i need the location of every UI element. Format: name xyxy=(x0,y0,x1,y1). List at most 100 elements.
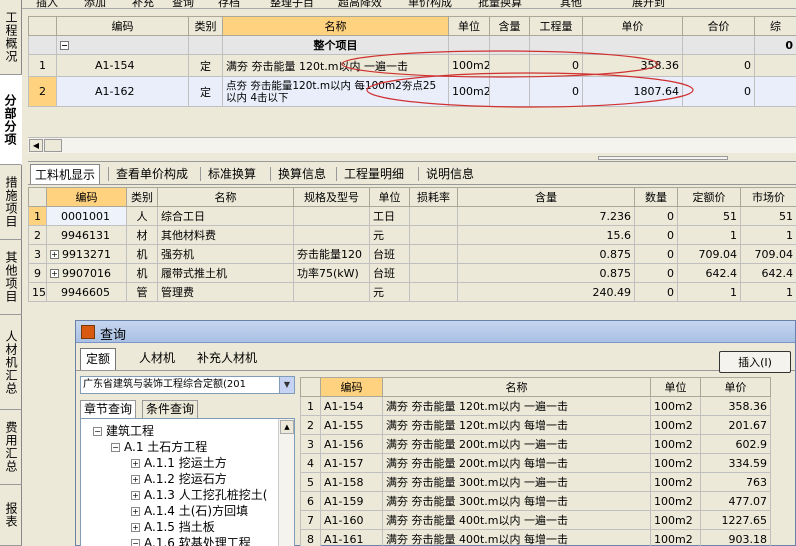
scroll-thumb[interactable] xyxy=(44,139,62,152)
tree-vscroll[interactable]: ▲ xyxy=(278,419,294,546)
col-code[interactable]: 编码 xyxy=(56,16,189,36)
vtab-reports[interactable]: 报表 xyxy=(0,485,22,546)
table-row[interactable]: 2 A1-155 满夯 夯击能量 120t.m以内 每增一击 100m2 201.67 xyxy=(300,415,771,435)
col-content[interactable]: 含量 xyxy=(489,16,530,36)
table-row[interactable]: 1 A1-154 满夯 夯击能量 120t.m以内 一遍一击 100m2 358.36 xyxy=(300,396,771,416)
toolbar-price-composition[interactable]: 单价构成 xyxy=(408,0,452,8)
expand-icon[interactable]: + xyxy=(131,475,140,484)
col-content[interactable]: 含量 xyxy=(457,187,635,207)
vtab-labor-material-summary[interactable]: 人材机汇总 xyxy=(0,315,22,410)
toolbar-tidy[interactable]: 整理子目 xyxy=(270,0,314,8)
subtab-condition-query[interactable]: 条件查询 xyxy=(142,400,199,418)
col-unit[interactable]: 单位 xyxy=(650,377,701,397)
table-row[interactable]: 1 0001001 人 综合工日 工日 7.236 0 51 51 xyxy=(28,206,796,226)
col-total[interactable]: 合价 xyxy=(682,16,755,36)
expand-icon[interactable]: + xyxy=(50,269,59,278)
tab-conversion-info[interactable]: 换算信息 xyxy=(274,164,330,184)
toolbar-height-reduction[interactable]: 超高降效 xyxy=(338,0,382,8)
tab-description[interactable]: 说明信息 xyxy=(422,164,478,184)
table-row[interactable]: 8 A1-161 满夯 夯击能量 400t.m以内 每增一击 100m2 903.18 xyxy=(300,529,771,546)
col-spec[interactable]: 规格及型号 xyxy=(293,187,370,207)
toolbar-supplement[interactable]: 补充 xyxy=(132,0,154,8)
scroll-up-icon[interactable]: ▲ xyxy=(280,420,294,434)
tab-quantity-detail[interactable]: 工程量明细 xyxy=(340,164,408,184)
col-type[interactable]: 类别 xyxy=(126,187,158,207)
table-row[interactable]: 15 9946605 管 管理费 元 240.49 0 1 1 xyxy=(28,282,796,302)
collapse-icon[interactable]: − xyxy=(93,427,102,436)
item-grid: 编码 类别 名称 单位 含量 工程量 单价 合价 综 − 整个项目 0 1 A1… xyxy=(28,16,796,107)
col-code[interactable]: 编码 xyxy=(320,377,383,397)
col-base-price[interactable]: 定额价 xyxy=(677,187,741,207)
tree-node[interactable]: + A.1.2 挖运石方 xyxy=(131,471,227,487)
col-name[interactable]: 名称 xyxy=(382,377,651,397)
tab-price-composition[interactable]: 查看单价构成 xyxy=(112,164,192,184)
tree-node[interactable]: + A.1.3 人工挖孔桩挖土( xyxy=(131,487,267,503)
toolbar-batch-convert[interactable]: 批量换算 xyxy=(478,0,522,8)
toolbar-expand-to[interactable]: 展开到 xyxy=(632,0,665,8)
table-row[interactable]: 5 A1-158 满夯 夯击能量 300t.m以内 一遍一击 100m2 763 xyxy=(300,472,771,492)
toolbar-archive[interactable]: 存档 xyxy=(218,0,240,8)
tree-node[interactable]: − A.1 土石方工程 xyxy=(111,439,207,455)
table-row[interactable]: 2 9946131 材 其他材料费 元 15.6 0 1 1 xyxy=(28,225,796,245)
col-comprehensive[interactable]: 综 xyxy=(754,16,796,36)
splitter[interactable] xyxy=(28,154,796,162)
vtab-cost-summary[interactable]: 费用汇总 xyxy=(0,410,22,485)
table-row[interactable]: 4 A1-157 满夯 夯击能量 200t.m以内 每增一击 100m2 334.59 xyxy=(300,453,771,473)
section-row[interactable]: − 整个项目 0 xyxy=(28,35,796,55)
tree-node[interactable]: − A.1.6 软基处理工程 xyxy=(131,535,251,546)
table-row[interactable]: 1 A1-154 定 满夯 夯击能量 120t.m以内 一遍一击 100m2 0… xyxy=(28,54,796,77)
col-code[interactable]: 编码 xyxy=(46,187,127,207)
col-type[interactable]: 类别 xyxy=(188,16,223,36)
tree-node[interactable]: + A.1.1 挖运土方 xyxy=(131,455,227,471)
expand-icon[interactable]: + xyxy=(50,250,59,259)
toolbar-query[interactable]: 查询 xyxy=(172,0,194,8)
tree-node[interactable]: + A.1.5 挡土板 xyxy=(131,519,215,535)
dialog-tab-labor-material[interactable]: 人材机 xyxy=(134,348,180,370)
insert-button[interactable]: 插入(I) xyxy=(719,351,791,373)
expand-icon[interactable]: + xyxy=(131,523,140,532)
collapse-icon[interactable]: − xyxy=(111,443,120,452)
toolbar-add[interactable]: 添加 xyxy=(84,0,106,8)
collapse-icon[interactable]: − xyxy=(60,41,69,50)
tab-standard-conversion[interactable]: 标准换算 xyxy=(204,164,260,184)
toolbar-other[interactable]: 其他 xyxy=(560,0,582,8)
table-row[interactable]: 9 +9907016 机 履带式推土机 功率75(kW) 台班 0.875 0 … xyxy=(28,263,796,283)
col-unit[interactable]: 单位 xyxy=(369,187,410,207)
dialog-tab-quota[interactable]: 定额 xyxy=(80,348,117,370)
vtab-measures[interactable]: 措施项目 xyxy=(0,165,22,240)
col-unit-price[interactable]: 单价 xyxy=(582,16,683,36)
vtab-sub-items[interactable]: 分部分项 xyxy=(0,75,22,165)
table-row[interactable]: 3 A1-156 满夯 夯击能量 200t.m以内 一遍一击 100m2 602.9 xyxy=(300,434,771,454)
expand-icon[interactable]: + xyxy=(131,507,140,516)
col-name[interactable]: 名称 xyxy=(157,187,294,207)
col-quantity[interactable]: 工程量 xyxy=(529,16,583,36)
table-row-selected[interactable]: 2 A1-162 定 点夯 夯击能量120t.m以内 每100m2夯点25以内 … xyxy=(28,76,796,107)
vtab-project-overview[interactable]: 工程概况 xyxy=(0,0,22,75)
chevron-down-icon[interactable]: ▼ xyxy=(279,377,294,393)
vtab-other-items[interactable]: 其他项目 xyxy=(0,240,22,315)
col-market-price[interactable]: 市场价 xyxy=(740,187,796,207)
col-name[interactable]: 名称 xyxy=(222,16,449,36)
subtab-chapter-query[interactable]: 章节查询 xyxy=(80,400,137,418)
table-row[interactable]: 3 +9913271 机 强夯机 夯击能量120 台班 0.875 0 709.… xyxy=(28,244,796,264)
table-row[interactable]: 6 A1-159 满夯 夯击能量 300t.m以内 每增一击 100m2 477.07 xyxy=(300,491,771,511)
tree-node[interactable]: + A.1.4 土(石)方回填 xyxy=(131,503,248,519)
scroll-left-icon[interactable]: ◀ xyxy=(29,139,43,152)
table-row[interactable]: 7 A1-160 满夯 夯击能量 400t.m以内 一遍一击 100m2 1227.65 xyxy=(300,510,771,530)
tree-node[interactable]: − 建筑工程 xyxy=(93,423,154,439)
toolbar-insert[interactable]: 插入 xyxy=(36,0,58,8)
col-unit-price[interactable]: 单价 xyxy=(700,377,771,397)
expand-icon[interactable]: + xyxy=(131,491,140,500)
collapse-icon[interactable]: − xyxy=(131,539,140,546)
col-loss-rate[interactable]: 损耗率 xyxy=(409,187,458,207)
dialog-titlebar[interactable]: 查询 xyxy=(76,321,795,343)
quota-library-select[interactable]: 广东省建筑与装饰工程综合定额(201 ▼ xyxy=(80,376,295,394)
col-unit[interactable]: 单位 xyxy=(448,16,490,36)
item-grid-hscroll[interactable]: ◀ xyxy=(28,137,796,153)
item-grid-header: 编码 类别 名称 单位 含量 工程量 单价 合价 综 xyxy=(28,16,796,36)
col-quantity[interactable]: 数量 xyxy=(634,187,678,207)
splitter-grip[interactable] xyxy=(598,156,728,160)
dialog-tab-supplement-labor-material[interactable]: 补充人材机 xyxy=(192,348,262,370)
tab-labor-material-display[interactable]: 工料机显示 xyxy=(30,164,101,184)
expand-icon[interactable]: + xyxy=(131,459,140,468)
